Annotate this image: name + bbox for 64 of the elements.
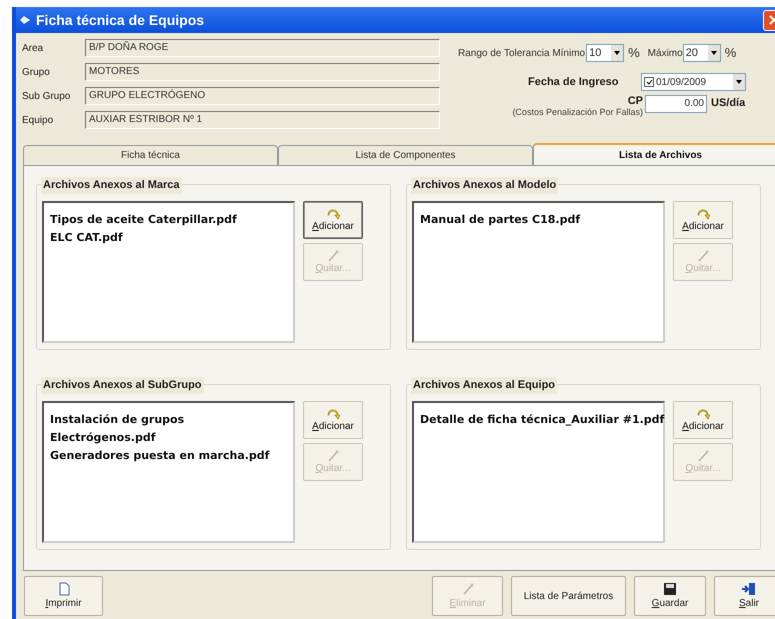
cp-description: (Costos Penalización Por Fallas): [512, 107, 643, 117]
file-list[interactable]: Tipos de aceite Caterpillar.pdf ELC CAT.pdf: [42, 201, 295, 343]
file-item[interactable]: Instalación de grupos: [50, 413, 293, 427]
wand-icon: [696, 449, 710, 463]
group-title: Archivos Anexos al SubGrupo: [41, 377, 204, 394]
maximum-dropdown[interactable]: 20: [682, 44, 721, 62]
door-exit-icon: [742, 582, 756, 596]
wand-icon: [460, 582, 474, 596]
tab[interactable]: Lista de Archivos: [533, 143, 775, 165]
file-item[interactable]: Generadores puesta en marcha.pdf: [50, 449, 293, 463]
group-title: Archivos Anexos al Equipo: [411, 377, 558, 394]
curved-arrow-icon: [696, 207, 710, 221]
dropdown-arrow-icon: [710, 51, 717, 55]
file-item[interactable]: Detalle de ficha técnica_Auxiliar #1.pdf: [420, 413, 663, 427]
field-label: Sub Grupo: [22, 90, 72, 104]
add-button[interactable]: Adicionar: [303, 401, 363, 439]
readonly-field: AUXIAR ESTRIBOR Nº 1: [85, 111, 440, 129]
tab[interactable]: Ficha técnica: [23, 145, 278, 165]
file-list[interactable]: Detalle de ficha técnica_Auxiliar #1.pdf: [412, 401, 665, 543]
readonly-field: B/P DOÑA ROGE: [85, 39, 440, 57]
minimum-dropdown[interactable]: 10: [586, 44, 624, 62]
wand-icon: [326, 449, 340, 463]
check-icon: [646, 78, 652, 86]
file-list[interactable]: Manual de partes C18.pdf: [412, 201, 665, 343]
add-button[interactable]: Adicionar: [673, 401, 733, 439]
wand-icon: [696, 249, 710, 263]
file-item[interactable]: Manual de partes C18.pdf: [420, 213, 663, 227]
dropdown-arrow-icon: [614, 51, 620, 55]
file-item[interactable]: Tipos de aceite Caterpillar.pdf: [50, 213, 293, 227]
dropdown-arrow-icon: [736, 80, 742, 84]
window-title: Ficha técnica de Equipos: [36, 10, 204, 30]
file-list[interactable]: Instalación de grupos Electrógenos.pdf Generadores puesta en marcha.pdf: [42, 401, 295, 543]
date-label: Fecha de Ingreso: [528, 74, 620, 90]
file-item[interactable]: ELC CAT.pdf: [50, 231, 293, 245]
date-checkbox[interactable]: [644, 77, 654, 87]
cp-input[interactable]: 0.00: [645, 95, 707, 113]
tab[interactable]: Lista de Componentes: [278, 145, 533, 165]
maximum-label: Máximo: [648, 46, 683, 60]
date-picker[interactable]: 01/09/2009: [641, 73, 746, 91]
wand-icon: [326, 249, 340, 263]
field-label: Area: [22, 42, 44, 56]
field-label: Equipo: [22, 114, 54, 128]
readonly-field: MOTORES: [85, 63, 440, 81]
group-title: Archivos Anexos al Marca: [41, 177, 182, 194]
print-button[interactable]: Imprimir: [24, 576, 103, 616]
curved-arrow-icon: [696, 407, 710, 421]
window-icon: [20, 16, 30, 24]
document-icon: [56, 582, 70, 596]
tolerance-label: Rango de Tolerancia Mínimo: [458, 46, 586, 60]
add-button[interactable]: Adicionar: [673, 201, 733, 239]
cp-label: CP: [628, 95, 643, 107]
parameters-button[interactable]: Lista de Parámetros: [511, 576, 626, 616]
file-item[interactable]: Electrógenos.pdf: [50, 431, 293, 445]
unit-label: US/día: [711, 96, 746, 111]
add-button[interactable]: Adicionar: [303, 201, 363, 239]
save-button[interactable]: Guardar: [634, 576, 706, 616]
curved-arrow-icon: [326, 207, 340, 221]
field-label: Grupo: [22, 66, 51, 80]
group-title: Archivos Anexos al Modelo: [411, 177, 558, 194]
readonly-field: GRUPO ELECTRÓGENO: [85, 87, 440, 105]
percent-label: %: [724, 44, 736, 62]
percent-label: %: [628, 44, 640, 62]
curved-arrow-icon: [326, 407, 340, 421]
exit-button[interactable]: Salir: [714, 576, 775, 616]
